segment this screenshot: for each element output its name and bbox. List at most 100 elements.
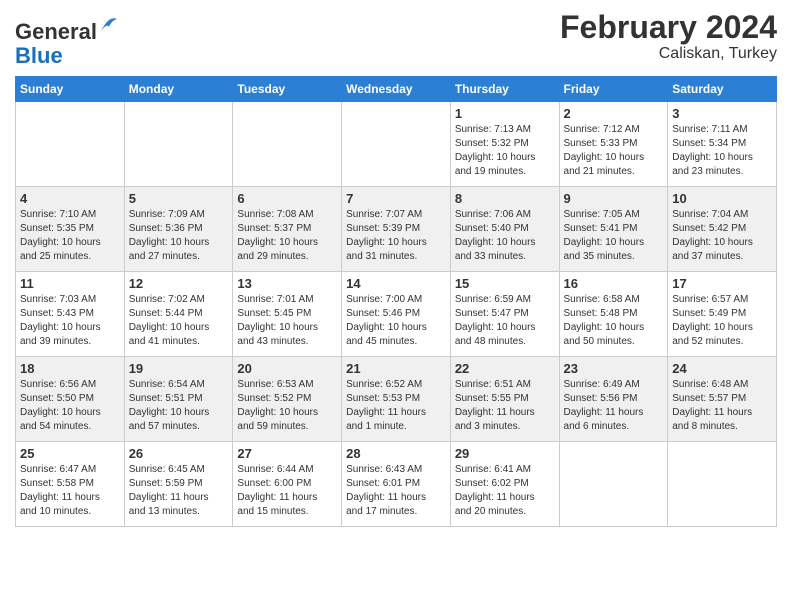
day-info: Sunrise: 6:44 AM Sunset: 6:00 PM Dayligh… bbox=[237, 463, 337, 519]
calendar-cell: 11 Sunrise: 7:03 AM Sunset: 5:43 PM Dayli… bbox=[16, 272, 125, 357]
weekday-header-saturday: Saturday bbox=[668, 77, 777, 102]
calendar-cell: 10 Sunrise: 7:04 AM Sunset: 5:42 PM Dayli… bbox=[668, 187, 777, 272]
day-number: 13 bbox=[237, 276, 337, 291]
logo-bird-icon bbox=[99, 11, 119, 39]
calendar-cell: 4 Sunrise: 7:10 AM Sunset: 5:35 PM Daylig… bbox=[16, 187, 125, 272]
day-info: Sunrise: 6:51 AM Sunset: 5:55 PM Dayligh… bbox=[455, 378, 555, 434]
calendar-cell: 22Sunrise: 6:51 AM Sunset: 5:55 PM Dayli… bbox=[450, 357, 559, 442]
day-number: 14 bbox=[346, 276, 446, 291]
calendar-cell: 8 Sunrise: 7:06 AM Sunset: 5:40 PM Daylig… bbox=[450, 187, 559, 272]
day-info: Sunrise: 6:53 AM Sunset: 5:52 PM Dayligh… bbox=[237, 378, 337, 434]
day-number: 12 bbox=[129, 276, 229, 291]
day-info: Sunrise: 7:03 AM Sunset: 5:43 PM Dayligh… bbox=[20, 293, 120, 349]
calendar-subtitle: Caliskan, Turkey bbox=[560, 45, 777, 63]
day-number: 16 bbox=[564, 276, 664, 291]
day-info: Sunrise: 7:04 AM Sunset: 5:42 PM Dayligh… bbox=[672, 208, 772, 264]
day-number: 3 bbox=[672, 106, 772, 121]
day-info: Sunrise: 7:09 AM Sunset: 5:36 PM Dayligh… bbox=[129, 208, 229, 264]
logo-general: General bbox=[15, 19, 97, 44]
logo-blue: Blue bbox=[15, 43, 63, 68]
day-number: 10 bbox=[672, 191, 772, 206]
calendar-cell: 20 Sunrise: 6:53 AM Sunset: 5:52 PM Dayli… bbox=[233, 357, 342, 442]
day-info: Sunrise: 6:59 AM Sunset: 5:47 PM Dayligh… bbox=[455, 293, 555, 349]
day-number: 4 bbox=[20, 191, 120, 206]
day-number: 17 bbox=[672, 276, 772, 291]
day-info: Sunrise: 7:10 AM Sunset: 5:35 PM Dayligh… bbox=[20, 208, 120, 264]
day-info: Sunrise: 6:52 AM Sunset: 5:53 PM Dayligh… bbox=[346, 378, 446, 434]
day-info: Sunrise: 6:45 AM Sunset: 5:59 PM Dayligh… bbox=[129, 463, 229, 519]
calendar-cell: 14 Sunrise: 7:00 AM Sunset: 5:46 PM Dayli… bbox=[342, 272, 451, 357]
calendar-cell: 23Sunrise: 6:49 AM Sunset: 5:56 PM Dayli… bbox=[559, 357, 668, 442]
day-info: Sunrise: 6:49 AM Sunset: 5:56 PM Dayligh… bbox=[564, 378, 664, 434]
weekday-header-friday: Friday bbox=[559, 77, 668, 102]
calendar-cell: 6 Sunrise: 7:08 AM Sunset: 5:37 PM Daylig… bbox=[233, 187, 342, 272]
day-number: 20 bbox=[237, 361, 337, 376]
title-block: February 2024 Caliskan, Turkey bbox=[560, 10, 777, 63]
calendar-cell bbox=[233, 102, 342, 187]
calendar-week-row: 18Sunrise: 6:56 AM Sunset: 5:50 PM Dayli… bbox=[16, 357, 777, 442]
calendar-cell: 13Sunrise: 7:01 AM Sunset: 5:45 PM Dayli… bbox=[233, 272, 342, 357]
day-info: Sunrise: 6:54 AM Sunset: 5:51 PM Dayligh… bbox=[129, 378, 229, 434]
day-number: 24 bbox=[672, 361, 772, 376]
day-info: Sunrise: 6:48 AM Sunset: 5:57 PM Dayligh… bbox=[672, 378, 772, 434]
calendar-cell: 7 Sunrise: 7:07 AM Sunset: 5:39 PM Daylig… bbox=[342, 187, 451, 272]
day-info: Sunrise: 7:05 AM Sunset: 5:41 PM Dayligh… bbox=[564, 208, 664, 264]
calendar-cell: 29 Sunrise: 6:41 AM Sunset: 6:02 PM Dayli… bbox=[450, 442, 559, 527]
day-number: 5 bbox=[129, 191, 229, 206]
day-number: 8 bbox=[455, 191, 555, 206]
day-number: 7 bbox=[346, 191, 446, 206]
day-number: 21 bbox=[346, 361, 446, 376]
day-number: 26 bbox=[129, 446, 229, 461]
calendar-cell: 5 Sunrise: 7:09 AM Sunset: 5:36 PM Daylig… bbox=[124, 187, 233, 272]
day-number: 25 bbox=[20, 446, 120, 461]
day-number: 11 bbox=[20, 276, 120, 291]
calendar-cell bbox=[124, 102, 233, 187]
day-number: 29 bbox=[455, 446, 555, 461]
day-info: Sunrise: 6:47 AM Sunset: 5:58 PM Dayligh… bbox=[20, 463, 120, 519]
day-info: Sunrise: 7:12 AM Sunset: 5:33 PM Dayligh… bbox=[564, 123, 664, 179]
calendar-table: SundayMondayTuesdayWednesdayThursdayFrid… bbox=[15, 76, 777, 527]
day-info: Sunrise: 7:13 AM Sunset: 5:32 PM Dayligh… bbox=[455, 123, 555, 179]
weekday-header-tuesday: Tuesday bbox=[233, 77, 342, 102]
day-info: Sunrise: 7:08 AM Sunset: 5:37 PM Dayligh… bbox=[237, 208, 337, 264]
calendar-cell: 19 Sunrise: 6:54 AM Sunset: 5:51 PM Dayli… bbox=[124, 357, 233, 442]
calendar-week-row: 11 Sunrise: 7:03 AM Sunset: 5:43 PM Dayli… bbox=[16, 272, 777, 357]
calendar-cell bbox=[342, 102, 451, 187]
calendar-title: February 2024 bbox=[560, 10, 777, 45]
calendar-cell: 3Sunrise: 7:11 AM Sunset: 5:34 PM Daylig… bbox=[668, 102, 777, 187]
day-number: 18 bbox=[20, 361, 120, 376]
calendar-week-row: 4 Sunrise: 7:10 AM Sunset: 5:35 PM Daylig… bbox=[16, 187, 777, 272]
day-number: 28 bbox=[346, 446, 446, 461]
day-number: 1 bbox=[455, 106, 555, 121]
calendar-cell: 16 Sunrise: 6:58 AM Sunset: 5:48 PM Dayli… bbox=[559, 272, 668, 357]
calendar-cell: 24 Sunrise: 6:48 AM Sunset: 5:57 PM Dayli… bbox=[668, 357, 777, 442]
calendar-week-row: 1 Sunrise: 7:13 AM Sunset: 5:32 PM Daylig… bbox=[16, 102, 777, 187]
calendar-cell: 25 Sunrise: 6:47 AM Sunset: 5:58 PM Dayli… bbox=[16, 442, 125, 527]
day-info: Sunrise: 7:00 AM Sunset: 5:46 PM Dayligh… bbox=[346, 293, 446, 349]
day-info: Sunrise: 7:07 AM Sunset: 5:39 PM Dayligh… bbox=[346, 208, 446, 264]
calendar-cell: 27Sunrise: 6:44 AM Sunset: 6:00 PM Dayli… bbox=[233, 442, 342, 527]
calendar-cell: 21 Sunrise: 6:52 AM Sunset: 5:53 PM Dayli… bbox=[342, 357, 451, 442]
calendar-cell: 12 Sunrise: 7:02 AM Sunset: 5:44 PM Dayli… bbox=[124, 272, 233, 357]
day-number: 15 bbox=[455, 276, 555, 291]
day-info: Sunrise: 7:06 AM Sunset: 5:40 PM Dayligh… bbox=[455, 208, 555, 264]
day-info: Sunrise: 6:58 AM Sunset: 5:48 PM Dayligh… bbox=[564, 293, 664, 349]
day-info: Sunrise: 6:57 AM Sunset: 5:49 PM Dayligh… bbox=[672, 293, 772, 349]
logo: General Blue bbox=[15, 15, 119, 68]
day-number: 19 bbox=[129, 361, 229, 376]
calendar-cell: 2 Sunrise: 7:12 AM Sunset: 5:33 PM Daylig… bbox=[559, 102, 668, 187]
day-number: 2 bbox=[564, 106, 664, 121]
day-number: 6 bbox=[237, 191, 337, 206]
day-info: Sunrise: 6:41 AM Sunset: 6:02 PM Dayligh… bbox=[455, 463, 555, 519]
calendar-cell: 15 Sunrise: 6:59 AM Sunset: 5:47 PM Dayli… bbox=[450, 272, 559, 357]
calendar-header-row: SundayMondayTuesdayWednesdayThursdayFrid… bbox=[16, 77, 777, 102]
day-info: Sunrise: 7:02 AM Sunset: 5:44 PM Dayligh… bbox=[129, 293, 229, 349]
calendar-week-row: 25 Sunrise: 6:47 AM Sunset: 5:58 PM Dayli… bbox=[16, 442, 777, 527]
weekday-header-wednesday: Wednesday bbox=[342, 77, 451, 102]
calendar-cell bbox=[559, 442, 668, 527]
weekday-header-thursday: Thursday bbox=[450, 77, 559, 102]
calendar-cell: 17 Sunrise: 6:57 AM Sunset: 5:49 PM Dayli… bbox=[668, 272, 777, 357]
day-number: 9 bbox=[564, 191, 664, 206]
calendar-cell: 26 Sunrise: 6:45 AM Sunset: 5:59 PM Dayli… bbox=[124, 442, 233, 527]
weekday-header-monday: Monday bbox=[124, 77, 233, 102]
